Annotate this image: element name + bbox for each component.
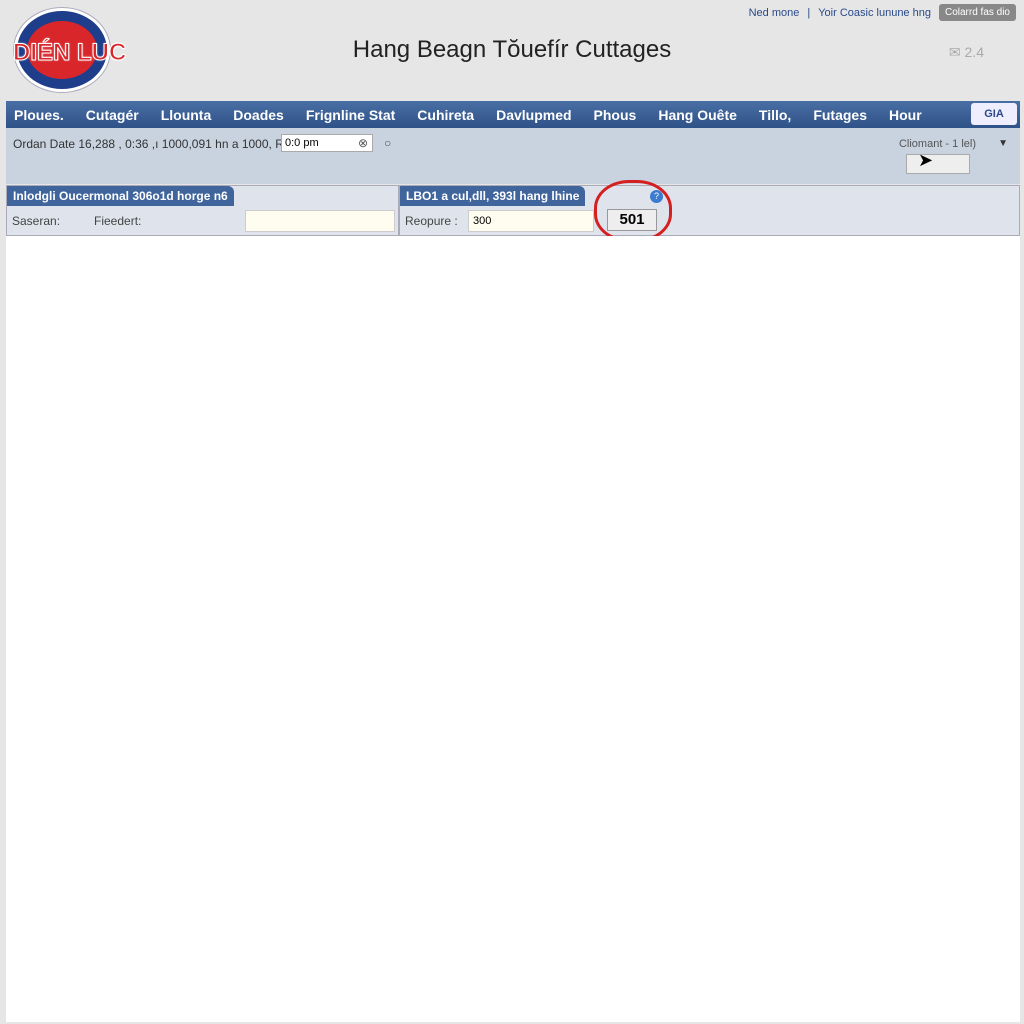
nav-item[interactable]: Doades [233,107,284,123]
nav-item[interactable]: Cutagér [86,107,139,123]
page-title: Hang Beagn Tŏuefír Cuttages [352,36,672,63]
cursor-icon: ➤ [918,150,934,170]
panel-left: Inlodgli Oucermonal 306o1d horge n6 Sase… [6,185,399,236]
nav-item[interactable]: Futages [813,107,867,123]
nav-item[interactable]: Hour [889,107,922,123]
main-nav: Ploues. Cutagér Llounta Doades Frignline… [6,101,1020,128]
content-area [6,236,1020,1022]
nav-item[interactable]: Davlupmed [496,107,571,123]
panel-right: LBO1 a cul,dll, 393l hang lhine Reopure … [399,185,1020,236]
highlight-circle [594,180,672,242]
nav-item[interactable]: Hang Ouête [658,107,737,123]
nav-item[interactable]: Cuhireta [417,107,474,123]
divider: | [807,6,811,19]
top-link[interactable]: Yoir Coasic lunune hng [818,7,931,19]
mail-icon[interactable]: ✉ [949,44,961,60]
comment-select[interactable] [906,154,970,174]
nav-item[interactable]: Phous [594,107,637,123]
order-date-label: Ordan Date 16,288 , 0:36 ,ı 1000,091 hn … [13,137,293,151]
top-button[interactable]: Colarrd fas dio [938,4,1016,21]
feedert-input[interactable] [245,210,395,232]
nav-item[interactable]: Frignline Stat [306,107,395,123]
top-links: Ned mone | Yoir Coasic lunune hng Colarr… [749,4,1016,21]
nav-item[interactable]: Llounta [161,107,212,123]
nav-corner-button[interactable]: GIA [971,103,1017,125]
field-label: Fieedert: [94,214,142,228]
field-label: Reopure : [405,214,458,228]
reopure-input[interactable] [468,210,594,232]
chevron-down-icon[interactable]: ▼ [998,138,1008,149]
header-right: ✉ 2.4 [949,44,984,61]
filter-bar: Ordan Date 16,288 , 0:36 ,ı 1000,091 hn … [6,128,1020,184]
header-count: 2.4 [964,44,984,60]
panel-header: Inlodgli Oucermonal 306o1d horge n6 [7,186,234,206]
comment-label: Cliomant - 1 lel) [898,138,976,150]
panel-header: LBO1 a cul,dll, 393l hang lhine [400,186,586,206]
nav-item[interactable]: Tillo, [759,107,791,123]
field-label: Saseran: [12,214,61,228]
nav-item[interactable]: Ploues. [14,107,64,123]
top-link[interactable]: Ned mone [749,7,800,19]
clock-icon[interactable]: ⊗ [358,136,368,150]
refresh-icon[interactable]: ○ [384,136,391,150]
